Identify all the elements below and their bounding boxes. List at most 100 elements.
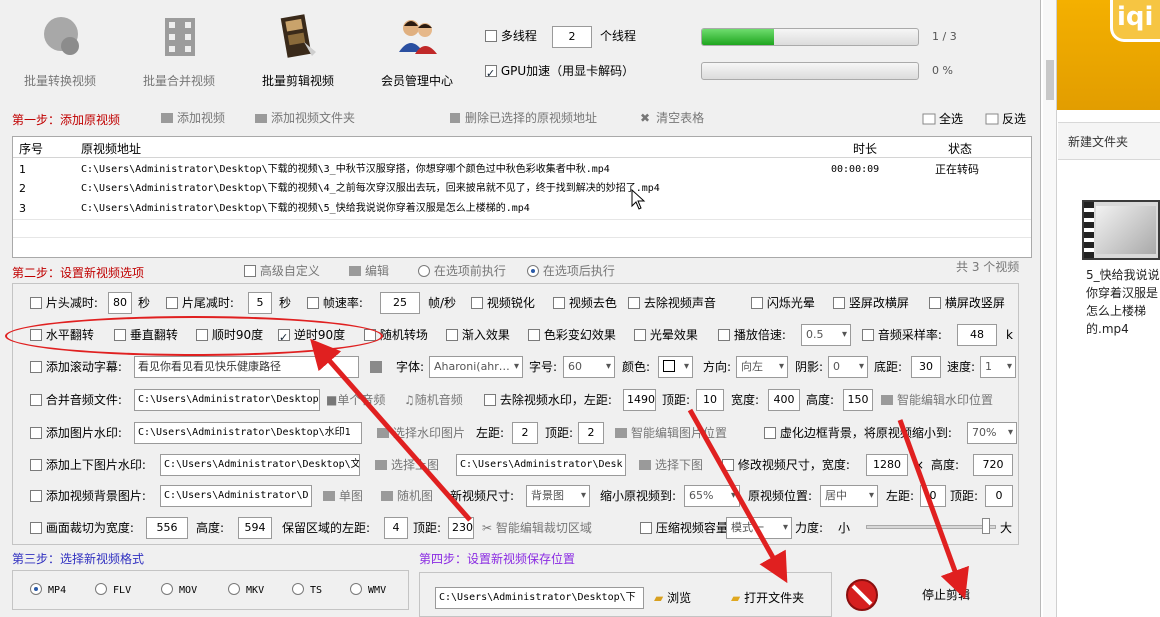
- shadow-select[interactable]: 0: [828, 356, 868, 378]
- color-fx-option[interactable]: 色彩变幻效果: [528, 324, 616, 346]
- format-mkv[interactable]: MKV: [228, 580, 264, 602]
- fps-checkbox[interactable]: [307, 297, 319, 309]
- crop-width-input[interactable]: 556: [146, 517, 188, 539]
- original-pos-select[interactable]: 居中: [820, 485, 878, 507]
- crop-checkbox[interactable]: [30, 522, 42, 534]
- fps-input[interactable]: 25: [380, 292, 420, 314]
- format-flv[interactable]: FLV: [95, 580, 131, 602]
- scroll-sub-option[interactable]: 添加滚动字幕:: [30, 356, 122, 378]
- batch-cut-tool[interactable]: 批量剪辑视频: [243, 8, 353, 92]
- invert-select-button[interactable]: 反选: [985, 108, 1026, 130]
- direction-select[interactable]: 向左: [736, 356, 788, 378]
- choose-top-image-button[interactable]: 选择上图: [374, 454, 439, 476]
- table-row[interactable]: 2 C:\Users\Administrator\Desktop\下载的视频\4…: [13, 179, 1031, 199]
- bottom-image-path[interactable]: C:\Users\Administrator\Desk: [456, 454, 626, 476]
- advanced-option[interactable]: 高级自定义: [244, 260, 320, 282]
- choose-bottom-image-button[interactable]: 选择下图: [638, 454, 703, 476]
- stop-button[interactable]: 停止剪辑: [922, 584, 970, 606]
- single-audio-button[interactable]: ■单个音频: [326, 389, 385, 411]
- bg-image-checkbox[interactable]: [30, 490, 42, 502]
- sub-speed-select[interactable]: 1: [980, 356, 1016, 378]
- sharpen-option[interactable]: 视频锐化: [471, 292, 535, 314]
- resize-checkbox[interactable]: [722, 459, 734, 471]
- h2v-checkbox[interactable]: [929, 297, 941, 309]
- multi-thread-checkbox[interactable]: [485, 30, 497, 42]
- format-flv-radio[interactable]: [95, 583, 107, 595]
- format-mov[interactable]: MOV: [161, 580, 197, 602]
- subtitle-edit-icon[interactable]: [369, 360, 383, 374]
- gpu-accel-checkbox[interactable]: [485, 63, 497, 85]
- save-path-input[interactable]: C:\Users\Administrator\Desktop\下: [435, 587, 644, 609]
- add-video-button[interactable]: 添加视频: [160, 107, 225, 129]
- blur-bg-option[interactable]: 虚化边框背景，将原视频缩小到:: [764, 422, 952, 444]
- halo-option[interactable]: 光晕效果: [634, 324, 698, 346]
- format-mkv-radio[interactable]: [228, 583, 240, 595]
- remove-audio-checkbox[interactable]: [628, 297, 640, 309]
- v2h-checkbox[interactable]: [833, 297, 845, 309]
- edit-button[interactable]: 编辑: [348, 260, 389, 282]
- decolor-checkbox[interactable]: [553, 297, 565, 309]
- after-radio[interactable]: [527, 265, 539, 277]
- batch-convert-tool[interactable]: 批量转换视频: [5, 8, 115, 92]
- thread-count-input[interactable]: 2: [552, 26, 592, 48]
- tail-cut-checkbox[interactable]: [166, 297, 178, 309]
- img-left-input[interactable]: 2: [512, 422, 538, 444]
- scroll-sub-checkbox[interactable]: [30, 361, 42, 373]
- topbottom-image-option[interactable]: 添加上下图片水印:: [30, 454, 146, 476]
- flash-checkbox[interactable]: [751, 297, 763, 309]
- add-folder-button[interactable]: 添加视频文件夹: [254, 107, 355, 129]
- halo-checkbox[interactable]: [634, 329, 646, 341]
- member-center-tool[interactable]: 会员管理中心: [362, 8, 472, 92]
- img-top-input[interactable]: 2: [578, 422, 604, 444]
- wm-width-input[interactable]: 400: [768, 389, 800, 411]
- bg-image-option[interactable]: 添加视频背景图片:: [30, 485, 146, 507]
- color-fx-checkbox[interactable]: [528, 329, 540, 341]
- color-select[interactable]: [658, 356, 693, 378]
- format-wmv[interactable]: WMV: [350, 580, 386, 602]
- fade-checkbox[interactable]: [446, 329, 458, 341]
- sample-rate-input[interactable]: 48: [957, 324, 997, 346]
- choose-watermark-button[interactable]: 选择水印图片: [376, 422, 465, 444]
- topbottom-image-checkbox[interactable]: [30, 459, 42, 471]
- smart-image-button[interactable]: 智能编辑图片位置: [614, 422, 727, 444]
- resize-width-input[interactable]: 1280: [866, 454, 908, 476]
- before-option[interactable]: 在选项前执行: [418, 260, 506, 282]
- stop-icon[interactable]: [845, 578, 879, 612]
- head-cut-checkbox[interactable]: [30, 297, 42, 309]
- shrink-select[interactable]: 65%: [684, 485, 740, 507]
- gpu-accel-option[interactable]: GPU加速（用显卡解码）: [485, 60, 634, 85]
- font-select[interactable]: Aharoni(ahr…: [429, 356, 523, 378]
- remove-watermark-option[interactable]: 去除视频水印，左距:: [484, 389, 612, 411]
- compress-option[interactable]: 压缩视频容量: [640, 517, 728, 539]
- advanced-checkbox[interactable]: [244, 265, 256, 277]
- clear-table-button[interactable]: ✖ 清空表格: [640, 107, 704, 129]
- strength-slider-thumb[interactable]: [981, 518, 990, 534]
- open-folder-button[interactable]: ▰ 打开文件夹: [731, 587, 804, 609]
- head-cut-option[interactable]: 片头减时:: [30, 292, 98, 314]
- flash-option[interactable]: 闪烁光晕: [751, 292, 815, 314]
- format-mp4[interactable]: MP4: [30, 580, 66, 602]
- batch-merge-tool[interactable]: 批量合并视频: [124, 8, 234, 92]
- decolor-option[interactable]: 视频去色: [553, 292, 617, 314]
- image-watermark-path[interactable]: C:\Users\Administrator\Desktop\水印1: [134, 422, 362, 444]
- head-cut-input[interactable]: 80: [108, 292, 132, 314]
- v2h-option[interactable]: 竖屏改横屏: [833, 292, 909, 314]
- wm-height-input[interactable]: 150: [843, 389, 873, 411]
- select-all-button[interactable]: 全选: [922, 108, 963, 130]
- before-radio[interactable]: [418, 265, 430, 277]
- remove-audio-option[interactable]: 去除视频声音: [628, 292, 716, 314]
- format-mp4-radio[interactable]: [30, 583, 42, 595]
- blur-scale-select[interactable]: 70%: [967, 422, 1017, 444]
- bg-top-input[interactable]: 0: [985, 485, 1013, 507]
- multi-thread-option[interactable]: 多线程: [485, 25, 537, 47]
- keep-top-input[interactable]: 230: [448, 517, 474, 539]
- table-row[interactable]: 3 C:\Users\Administrator\Desktop\下载的视频\5…: [13, 199, 1031, 219]
- format-mov-radio[interactable]: [161, 583, 173, 595]
- speed-checkbox[interactable]: [718, 329, 730, 341]
- delete-selected-button[interactable]: 删除已选择的原视频地址: [448, 107, 597, 129]
- strength-slider-track[interactable]: [866, 525, 996, 529]
- smart-watermark-button[interactable]: 智能编辑水印位置: [880, 389, 993, 411]
- bg-image-path[interactable]: C:\Users\Administrator\D: [160, 485, 312, 507]
- smart-crop-button[interactable]: ✂ 智能编辑裁切区域: [482, 517, 592, 539]
- explorer-scroll-thumb[interactable]: [1046, 60, 1054, 100]
